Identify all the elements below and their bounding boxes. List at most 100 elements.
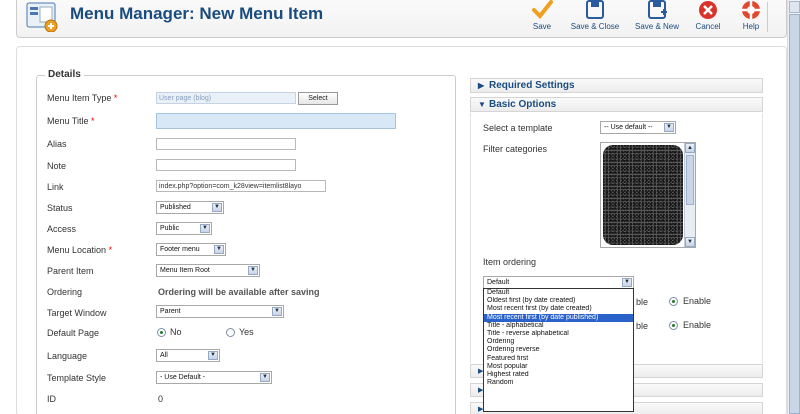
- select-button[interactable]: Select: [298, 92, 338, 105]
- enable-radio-2[interactable]: [669, 321, 678, 330]
- chevron-down-icon: ▼: [664, 123, 674, 132]
- chevron-down-icon: ▼: [622, 278, 632, 287]
- enable-radio-1[interactable]: [669, 297, 678, 306]
- chevron-down-icon: ▼: [260, 373, 270, 382]
- chevron-down-icon: ▼: [214, 245, 224, 254]
- alias-input[interactable]: [156, 138, 296, 150]
- language-select[interactable]: All ▼: [156, 349, 220, 362]
- parent-item-label: Parent Item: [47, 266, 94, 276]
- chevron-down-icon: ▼: [200, 224, 210, 233]
- page-scrollbar[interactable]: [787, 0, 800, 414]
- target-window-label: Target Window: [47, 308, 107, 318]
- save-button[interactable]: Save: [528, 0, 556, 31]
- parent-item-select[interactable]: Menu Item Root ▼: [156, 264, 260, 277]
- listbox-scrollbar[interactable]: ▲ ▼: [684, 143, 695, 247]
- triangle-right-icon: ▶: [478, 81, 485, 90]
- default-page-no-label: No: [170, 327, 182, 337]
- listbox-scroll-thumb[interactable]: [686, 155, 694, 205]
- toolbar-separator: [767, 2, 768, 32]
- required-settings-toggle[interactable]: ▶ Required Settings: [470, 78, 763, 93]
- cancel-icon: [699, 1, 717, 19]
- dropdown-option[interactable]: Title - reverse alphabetical: [484, 330, 633, 338]
- details-legend: Details: [45, 69, 84, 80]
- menu-location-select[interactable]: Footer menu ▼: [156, 243, 226, 256]
- scroll-thumb[interactable]: [789, 14, 800, 414]
- chevron-down-icon[interactable]: ▼: [685, 237, 695, 247]
- note-label: Note: [47, 161, 67, 171]
- cancel-label: Cancel: [695, 22, 721, 31]
- ordering-value: Ordering will be available after saving: [158, 287, 320, 297]
- dropdown-option[interactable]: Featured first: [484, 355, 633, 363]
- partial-disable-label-1: ble: [636, 297, 649, 307]
- default-page-no-radio[interactable]: [157, 328, 166, 337]
- chevron-down-icon: ▼: [272, 307, 282, 316]
- help-button[interactable]: Help: [738, 0, 764, 31]
- ordering-label: Ordering: [47, 287, 83, 297]
- dropdown-option[interactable]: Ordering: [484, 338, 633, 346]
- template-style-label: Template Style: [47, 373, 107, 383]
- alias-label: Alias: [47, 139, 67, 149]
- chevron-down-icon: ▼: [212, 203, 222, 212]
- save-new-button[interactable]: Save & New: [631, 0, 683, 31]
- toolbar-header: Menu Manager: New Menu Item Save Save & …: [0, 0, 787, 38]
- menu-title-input[interactable]: [156, 113, 396, 129]
- chevron-down-icon: ▼: [208, 351, 218, 360]
- id-value: 0: [158, 394, 164, 404]
- save-close-label: Save & Close: [570, 22, 620, 31]
- link-label: Link: [47, 182, 64, 192]
- help-lifebuoy-icon: [742, 1, 760, 19]
- select-template-select[interactable]: -- Use default -- ▼: [600, 121, 676, 134]
- dropdown-option[interactable]: Random: [484, 379, 633, 387]
- scroll-up-arrow[interactable]: [789, 1, 800, 13]
- save-new-label: Save & New: [634, 22, 680, 31]
- default-page-yes-radio[interactable]: [226, 328, 235, 337]
- partial-disable-label-2: ble: [636, 321, 649, 331]
- target-window-select[interactable]: Parent ▼: [156, 305, 284, 318]
- filter-categories-label: Filter categories: [483, 144, 548, 154]
- basic-options-toggle[interactable]: ▼ Basic Options: [470, 97, 763, 112]
- obscured-list-content: [603, 145, 683, 245]
- item-ordering-label: Item ordering: [483, 257, 537, 267]
- default-page-yes-label: Yes: [239, 327, 254, 337]
- dropdown-option[interactable]: Most popular: [484, 363, 633, 371]
- cancel-button[interactable]: Cancel: [692, 0, 724, 31]
- enable-label-1: Enable: [683, 296, 712, 306]
- language-label: Language: [47, 351, 88, 361]
- menu-manager-icon: [26, 2, 58, 32]
- menu-item-type-label: Menu Item Type *: [47, 93, 118, 103]
- save-close-icon: [586, 0, 604, 19]
- id-label: ID: [47, 394, 56, 404]
- status-select[interactable]: Published ▼: [156, 201, 224, 214]
- dropdown-option[interactable]: Most recent first (by date created): [484, 305, 633, 313]
- enable-label-2: Enable: [683, 320, 712, 330]
- dropdown-option[interactable]: Default: [484, 289, 633, 297]
- access-select[interactable]: Public ▼: [156, 222, 212, 235]
- basic-options-label: Basic Options: [489, 99, 557, 110]
- page-title: Menu Manager: New Menu Item: [70, 4, 324, 23]
- check-icon: [532, 0, 553, 20]
- menu-item-type-field: User page (blog): [156, 92, 296, 104]
- template-style-select[interactable]: - Use Default - ▼: [156, 371, 272, 384]
- link-input[interactable]: index.php?option=com_k28view=itemlist8la…: [156, 180, 326, 192]
- save-new-icon: [648, 0, 667, 19]
- select-template-label: Select a template: [483, 123, 553, 133]
- access-label: Access: [47, 224, 77, 234]
- menu-title-label: Menu Title *: [47, 116, 95, 126]
- menu-location-label: Menu Location *: [47, 245, 113, 255]
- save-label: Save: [532, 22, 552, 31]
- status-label: Status: [47, 203, 73, 213]
- item-ordering-dropdown-list[interactable]: Default Oldest first (by date created) M…: [483, 288, 634, 412]
- triangle-down-icon: ▼: [478, 100, 486, 109]
- dropdown-option-highlighted[interactable]: Most recent first (by date published): [484, 313, 633, 322]
- dropdown-option[interactable]: Ordering reverse: [484, 346, 633, 354]
- filter-categories-listbox[interactable]: ▲ ▼: [600, 142, 696, 248]
- dropdown-option[interactable]: Title - alphabetical: [484, 322, 633, 330]
- save-close-button[interactable]: Save & Close: [567, 0, 623, 31]
- chevron-up-icon[interactable]: ▲: [685, 143, 695, 153]
- chevron-down-icon: ▼: [248, 266, 258, 275]
- note-input[interactable]: [156, 159, 296, 171]
- required-settings-label: Required Settings: [489, 80, 575, 91]
- help-label: Help: [742, 22, 760, 31]
- dropdown-option[interactable]: Highest rated: [484, 371, 633, 379]
- dropdown-option[interactable]: Oldest first (by date created): [484, 297, 633, 305]
